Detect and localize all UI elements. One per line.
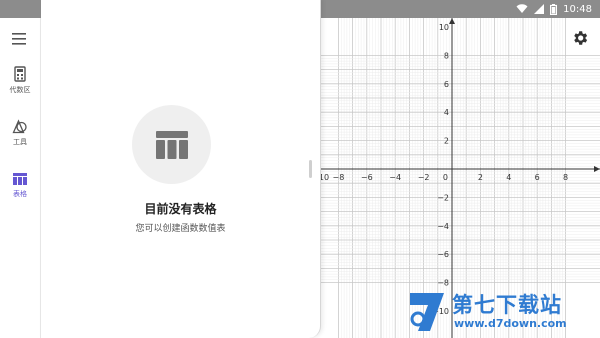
y-tick-label: −2	[437, 193, 449, 202]
x-tick-label: −2	[418, 173, 430, 182]
table-icon	[155, 130, 188, 159]
x-axis-arrow	[594, 166, 600, 172]
y-tick-label: 2	[444, 137, 449, 146]
signal-icon	[534, 4, 545, 14]
calculator-icon	[14, 66, 26, 82]
panel-resize-handle[interactable]	[309, 160, 312, 178]
x-tick-label: 8	[563, 173, 568, 182]
empty-state-illustration	[132, 105, 211, 184]
y-tick-label: 10	[439, 23, 449, 32]
y-tick-label: 8	[444, 51, 449, 60]
menu-icon[interactable]	[10, 32, 30, 46]
gear-icon[interactable]	[571, 29, 589, 47]
status-icons: 10:48	[516, 0, 592, 18]
table-icon	[13, 173, 27, 185]
watermark-logo: 第七下载站 www.d7down.com	[404, 289, 594, 335]
wifi-icon	[516, 4, 528, 13]
watermark-url: www.d7down.com	[454, 317, 567, 330]
rail-item-label: 表格	[13, 190, 27, 198]
d7-logo-icon	[410, 293, 444, 331]
rail-item-label: 工具	[13, 138, 27, 146]
x-tick-label: 2	[478, 173, 483, 182]
status-time: 10:48	[563, 3, 592, 15]
x-tick-label: 0	[443, 173, 448, 182]
y-tick-label: 6	[444, 80, 449, 89]
tools-icon	[12, 119, 27, 134]
y-axis-arrow	[449, 18, 455, 24]
x-tick-label: 4	[506, 173, 511, 182]
y-tick-label: 4	[444, 108, 449, 117]
empty-state-subtitle: 您可以创建函数数值表	[135, 224, 226, 234]
rail-item-algebra[interactable]: 代数区	[0, 66, 40, 106]
y-tick-label: −4	[437, 222, 449, 231]
rail-item-tools[interactable]: 工具	[0, 118, 40, 158]
x-tick-label: 6	[535, 173, 540, 182]
empty-state-title: 目前没有表格	[144, 202, 217, 216]
x-tick-label: −6	[361, 173, 373, 182]
watermark-title: 第七下载站	[452, 293, 562, 317]
y-tick-label: −8	[437, 279, 449, 288]
battery-icon	[550, 3, 558, 15]
x-tick-label: −4	[389, 173, 401, 182]
y-tick-label: −6	[437, 250, 449, 259]
rail-item-label: 代数区	[9, 86, 31, 94]
navigation-rail: 代数区 工具 表格	[0, 18, 41, 338]
x-tick-label: −8	[333, 173, 345, 182]
rail-item-table[interactable]: 表格	[0, 172, 40, 212]
table-panel: 目前没有表格 您可以创建函数数值表	[41, 0, 321, 338]
